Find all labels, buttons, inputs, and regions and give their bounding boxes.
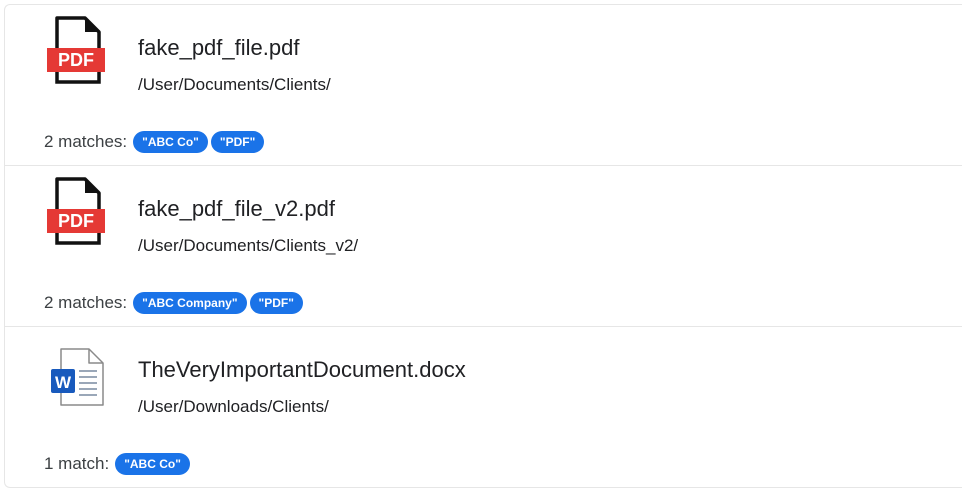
pdf-file-icon: PDF bbox=[47, 16, 105, 84]
match-chip[interactable]: "PDF" bbox=[210, 131, 265, 153]
list-item[interactable]: PDF fake_pdf_file_v2.pdf /User/Documents… bbox=[5, 166, 962, 327]
match-count: 1 match: bbox=[44, 454, 110, 473]
search-results-list: PDF fake_pdf_file.pdf /User/Documents/Cl… bbox=[4, 4, 962, 488]
file-name[interactable]: fake_pdf_file_v2.pdf bbox=[138, 196, 335, 222]
pdf-badge-text: PDF bbox=[58, 50, 94, 70]
match-chip[interactable]: "ABC Co" bbox=[133, 131, 208, 153]
file-path: /User/Downloads/Clients/ bbox=[138, 397, 329, 416]
pdf-badge-text: PDF bbox=[58, 211, 94, 231]
match-chip[interactable]: "PDF" bbox=[249, 292, 303, 314]
file-path: /User/Documents/Clients_v2/ bbox=[138, 236, 359, 255]
match-summary: 2 matches: "ABC Co" "PDF" bbox=[44, 131, 265, 153]
file-name[interactable]: TheVeryImportantDocument.docx bbox=[138, 357, 466, 383]
list-item[interactable]: W TheVeryImportantDocument.docx /User/Do… bbox=[5, 327, 962, 488]
file-path: /User/Documents/Clients/ bbox=[138, 75, 331, 94]
match-chip[interactable]: "ABC Company" bbox=[133, 292, 247, 314]
pdf-file-icon: PDF bbox=[47, 177, 105, 245]
word-file-icon: W bbox=[51, 348, 104, 406]
list-item[interactable]: PDF fake_pdf_file.pdf /User/Documents/Cl… bbox=[5, 5, 962, 166]
word-badge-text: W bbox=[55, 373, 72, 392]
match-count: 2 matches: bbox=[44, 293, 128, 312]
file-name[interactable]: fake_pdf_file.pdf bbox=[138, 35, 299, 61]
match-chip[interactable]: "ABC Co" bbox=[115, 453, 190, 475]
match-count: 2 matches: bbox=[44, 132, 128, 151]
match-summary: 1 match: "ABC Co" bbox=[44, 453, 190, 475]
match-summary: 2 matches: "ABC Company" "PDF" bbox=[44, 292, 303, 314]
